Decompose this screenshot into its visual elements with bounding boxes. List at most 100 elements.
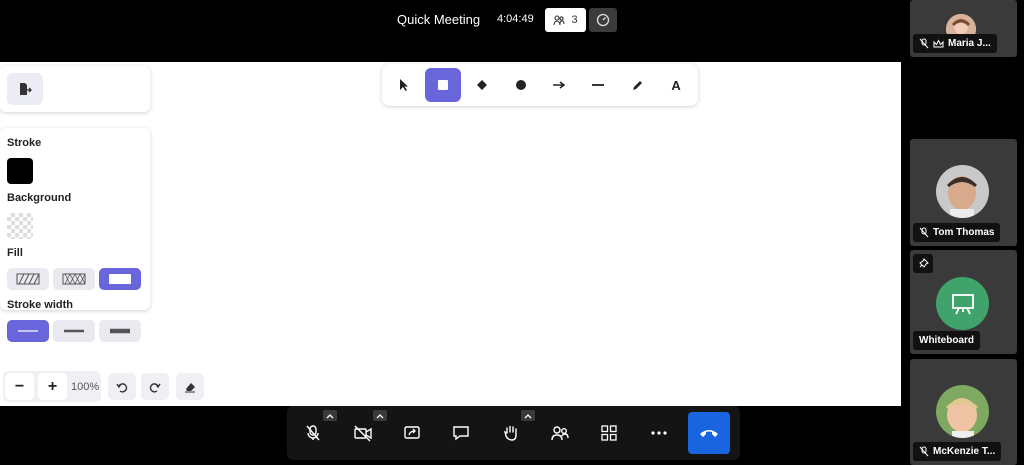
- rectangle-tool[interactable]: [424, 68, 461, 102]
- diamond-tool[interactable]: [464, 68, 500, 102]
- chat-button[interactable]: [441, 416, 481, 450]
- hangup-icon: [700, 430, 718, 437]
- fill-label: Fill: [7, 247, 23, 259]
- whiteboard-avatar: [936, 277, 989, 330]
- microphone-muted-icon: [306, 425, 320, 441]
- export-panel: [0, 66, 150, 112]
- thin-line-icon: [18, 330, 38, 332]
- whiteboard-toolbar: A: [382, 64, 698, 106]
- zoom-out-button[interactable]: −: [5, 373, 34, 400]
- line-tool[interactable]: [580, 68, 616, 102]
- meeting-screen: Quick Meeting 4:04:49 3 A Stroke Backgro…: [0, 0, 1024, 465]
- participant-name-tag: Maria J...: [913, 34, 997, 53]
- hand-icon: [503, 425, 517, 441]
- mic-muted-icon: [919, 446, 929, 457]
- undo-icon: [116, 382, 128, 393]
- people-icon: [553, 15, 565, 26]
- fill-options: [7, 268, 141, 290]
- stroke-label: Stroke: [7, 137, 42, 149]
- avatar: [936, 165, 989, 218]
- gauge-icon: [596, 13, 610, 27]
- arrow-right-icon: [553, 81, 566, 89]
- microphone-button[interactable]: [293, 416, 333, 450]
- share-screen-button[interactable]: [392, 416, 432, 450]
- participant-count-button[interactable]: 3: [545, 8, 586, 32]
- participant-tile[interactable]: Tom Thomas: [910, 139, 1017, 246]
- solid-fill-icon: [109, 274, 131, 284]
- zoom-controls: − + 100%: [3, 371, 101, 402]
- cursor-icon: [399, 79, 408, 91]
- export-icon: [20, 83, 32, 95]
- camera-off-icon: [354, 425, 372, 442]
- presentation-board-icon: [951, 293, 974, 314]
- redo-button[interactable]: [141, 373, 169, 400]
- square-icon: [437, 80, 448, 90]
- grid-icon: [601, 425, 617, 441]
- pin-button[interactable]: [913, 254, 933, 273]
- crown-icon: [933, 38, 944, 47]
- top-bar: Quick Meeting 4:04:49 3: [0, 0, 905, 42]
- participant-name-tag: McKenzie T...: [913, 442, 1002, 461]
- participant-name: Maria J...: [948, 38, 991, 49]
- more-dots-icon: [651, 431, 667, 435]
- mic-muted-icon: [919, 227, 929, 238]
- participant-tile[interactable]: Maria J...: [910, 0, 1017, 57]
- end-call-button[interactable]: [688, 412, 730, 454]
- raise-hand-button[interactable]: [491, 416, 531, 450]
- participant-count: 3: [571, 14, 578, 26]
- properties-panel: Stroke Background Fill Stroke width: [0, 128, 150, 311]
- call-controls: [287, 406, 740, 460]
- zoom-level[interactable]: 100%: [71, 381, 99, 393]
- participant-name: Tom Thomas: [933, 227, 995, 238]
- participant-name-tag: Whiteboard: [913, 331, 980, 350]
- participants-button[interactable]: [540, 416, 580, 450]
- background-color-swatch[interactable]: [7, 213, 33, 239]
- undo-button[interactable]: [108, 373, 136, 400]
- draw-tool[interactable]: [619, 68, 655, 102]
- export-button[interactable]: [7, 73, 43, 105]
- line-icon: [592, 84, 605, 86]
- avatar: [936, 385, 989, 438]
- text-tool-label: A: [671, 77, 681, 93]
- fill-solid-button[interactable]: [99, 268, 141, 290]
- pin-icon: [918, 258, 929, 268]
- extra-bold-line-icon: [110, 328, 130, 334]
- fill-crosshatch-button[interactable]: [53, 268, 95, 290]
- stroke-width-bold-button[interactable]: [53, 320, 95, 342]
- stroke-width-options: [7, 320, 141, 342]
- performance-button[interactable]: [589, 8, 617, 32]
- fill-hachure-button[interactable]: [7, 268, 49, 290]
- participant-name: McKenzie T...: [933, 446, 996, 457]
- more-button[interactable]: [639, 416, 679, 450]
- participant-name-tag: Tom Thomas: [913, 223, 1001, 242]
- arrow-tool[interactable]: [542, 68, 578, 102]
- hachure-icon: [16, 273, 40, 285]
- meeting-timer: 4:04:49: [497, 13, 534, 25]
- people-icon: [551, 426, 569, 441]
- pencil-icon: [632, 80, 642, 90]
- background-label: Background: [7, 192, 72, 204]
- stroke-color-swatch[interactable]: [7, 158, 33, 184]
- clear-canvas-button[interactable]: [176, 373, 204, 400]
- bold-line-icon: [64, 329, 84, 333]
- redo-icon: [149, 382, 161, 393]
- stroke-width-label: Stroke width: [7, 299, 74, 311]
- crosshatch-icon: [62, 273, 86, 285]
- stroke-width-thin-button[interactable]: [7, 320, 49, 342]
- stroke-width-extra-bold-button[interactable]: [99, 320, 141, 342]
- select-tool[interactable]: [386, 68, 422, 102]
- text-tool[interactable]: A: [658, 68, 694, 102]
- share-screen-icon: [404, 426, 420, 439]
- diamond-icon: [476, 80, 487, 90]
- tile-view-button[interactable]: [589, 416, 629, 450]
- mic-muted-icon: [919, 38, 929, 49]
- whiteboard-tile[interactable]: Whiteboard: [910, 250, 1017, 354]
- zoom-in-button[interactable]: +: [38, 373, 67, 400]
- meeting-title: Quick Meeting: [397, 12, 481, 27]
- camera-button[interactable]: [343, 416, 383, 450]
- chat-icon: [453, 426, 469, 441]
- person-photo-icon: [936, 165, 989, 218]
- person-photo-icon: [936, 385, 989, 438]
- participant-tile[interactable]: McKenzie T...: [910, 359, 1017, 465]
- ellipse-tool[interactable]: [503, 68, 539, 102]
